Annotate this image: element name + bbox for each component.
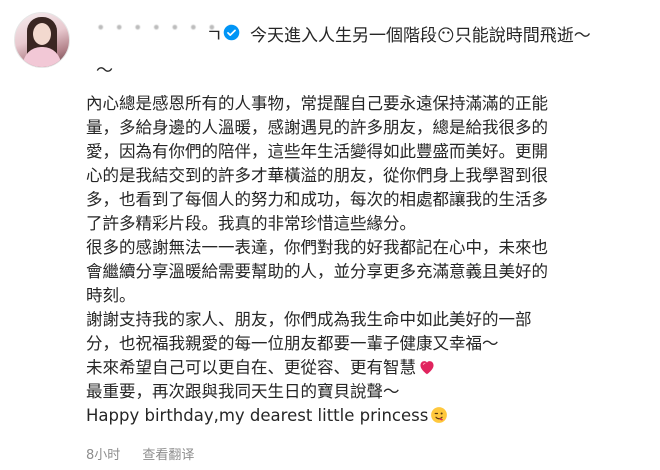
avatar-face xyxy=(33,23,51,45)
caption-line: 最重要，再次跟與我同天生日的寶貝說聲～ xyxy=(86,382,400,401)
caption-line-text: Happy birthday,my dearest little princes… xyxy=(86,406,429,425)
caption-line: 愛，因為有你們的陪伴，這些年生活變得如此豐盛而美好。更開 xyxy=(86,142,548,161)
caption-first-line: 今天進入人生另一個階段😶只能說時間飛逝～ xyxy=(250,26,591,46)
caption-line: 時刻。 xyxy=(86,286,136,305)
caption-body: 內心總是感恩所有的人事物，常提醒自己要永遠保持滿滿的正能 量，多給身邊的人溫暖，… xyxy=(86,92,638,428)
see-translation-link[interactable]: 查看翻译 xyxy=(142,448,194,463)
caption-line: 謝謝支持我的家人、朋友，你們成為我生命中如此美好的一部 xyxy=(86,310,532,329)
caption-line-text: 未來希望自己可以更自在、更從容、更有智慧 xyxy=(86,358,416,377)
caption-line: 多，也看到了每個人的努力和成功，每次的相處都讓我的生活多 xyxy=(86,190,548,209)
caption-line: 量，多給身邊的人溫暖，感謝遇見的許多朋友，總是給我很多的 xyxy=(86,118,548,137)
winking-face-icon xyxy=(431,407,448,423)
caption-line: 很多的感謝無法一一表達，你們對我的好我都記在心中，未來也 xyxy=(86,238,548,257)
verified-badge-icon xyxy=(223,24,240,41)
post-footer: 8小时 查看翻译 xyxy=(86,444,194,463)
username-tail[interactable]: ㄱ xyxy=(206,22,223,48)
caption-line-with-heart: 未來希望自己可以更自在、更從容、更有智慧 xyxy=(86,356,638,380)
post-header: • • • • • • • • ㄱ 今天進入人生另一個階段😶只能說時間飛逝～ ～ xyxy=(10,8,650,81)
caption-line: 分，也祝福我親愛的每一位朋友都要一輩子健康又幸福～ xyxy=(86,334,499,353)
caption-tilde: ～ xyxy=(96,61,113,81)
red-heart-icon xyxy=(420,361,434,375)
caption-line-with-wink: Happy birthday,my dearest little princes… xyxy=(86,404,638,428)
caption-line: 會繼續分享溫暖給需要幫助的人，並分享更多充滿意義且美好的 xyxy=(86,262,548,281)
caption-line: 了許多精彩片段。我真的非常珍惜這些緣分。 xyxy=(86,214,416,233)
caption-line: 內心總是感恩所有的人事物，常提醒自己要永遠保持滿滿的正能 xyxy=(86,94,548,113)
post-timestamp[interactable]: 8小时 xyxy=(86,448,120,463)
avatar[interactable] xyxy=(14,12,70,68)
caption-line: 心的是我結交到的許多才華橫溢的朋友，從你們身上我學習到很 xyxy=(86,166,548,185)
